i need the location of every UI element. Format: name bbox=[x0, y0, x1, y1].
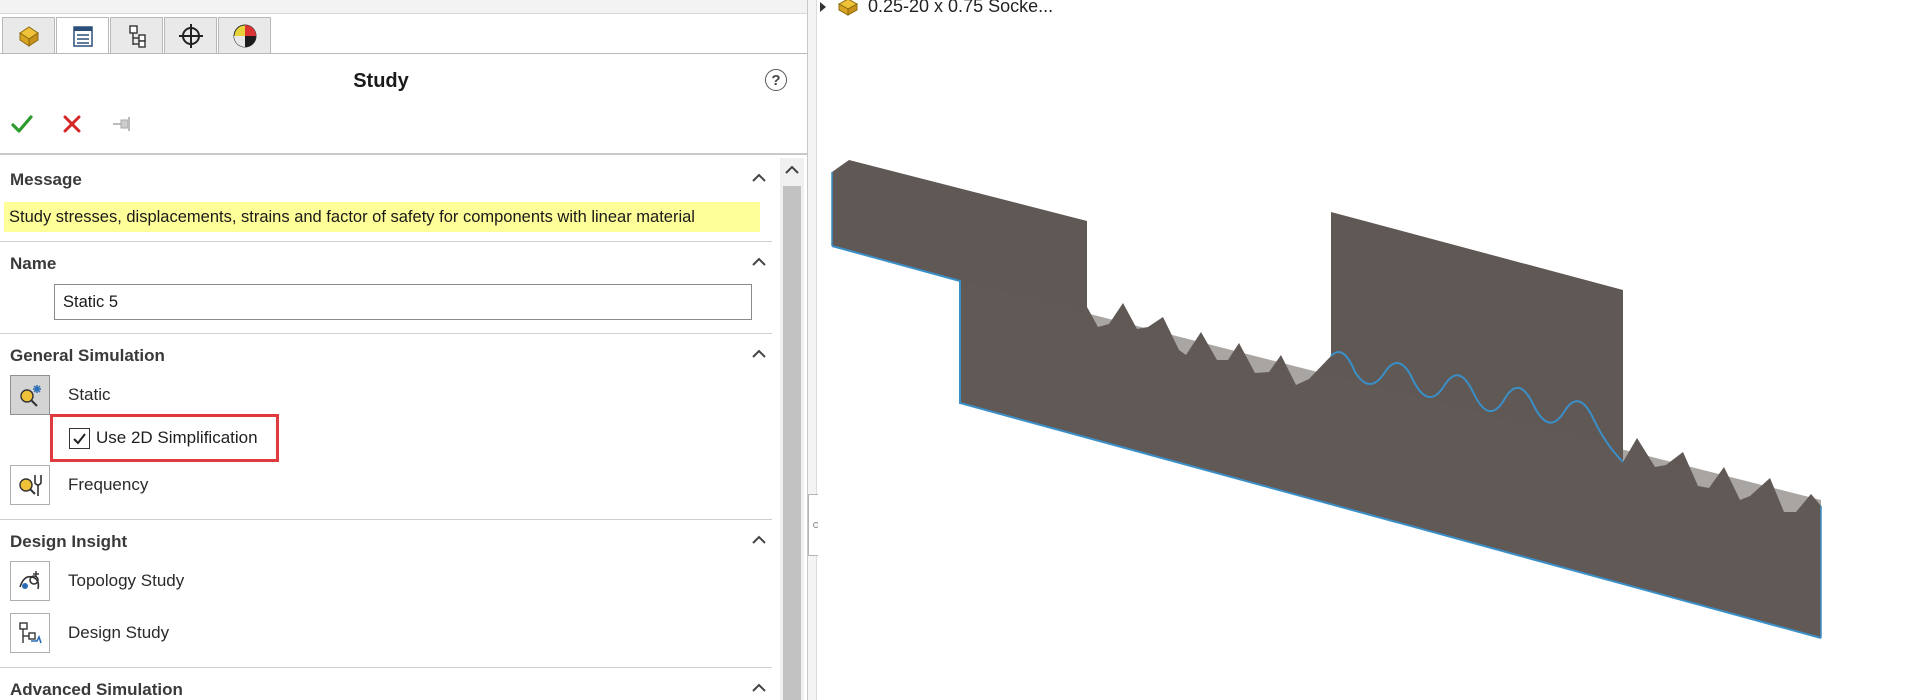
general-simulation-title: General Simulation bbox=[10, 346, 165, 365]
frequency-study-option[interactable]: Frequency bbox=[10, 465, 148, 505]
pushpin-icon bbox=[113, 117, 130, 131]
name-group: Name bbox=[0, 242, 772, 273]
scroll-up-icon[interactable] bbox=[783, 162, 801, 178]
collapse-icon[interactable] bbox=[750, 170, 768, 186]
panel-top-strip bbox=[0, 0, 807, 14]
frequency-study-icon bbox=[19, 475, 42, 496]
tab-dimxpert-manager[interactable] bbox=[164, 17, 217, 54]
general-simulation-group: General Simulation bbox=[0, 334, 772, 365]
feature-manager-icon bbox=[18, 26, 39, 47]
collapse-icon[interactable] bbox=[750, 680, 768, 696]
expand-arrow-icon[interactable] bbox=[818, 0, 828, 14]
help-icon[interactable]: ? bbox=[765, 69, 787, 91]
design-insight-title: Design Insight bbox=[10, 532, 128, 551]
property-manager-panel: Study ? Message Study stresses, displace… bbox=[0, 0, 808, 700]
use-2d-simplification-label[interactable]: Use 2D Simplification bbox=[96, 428, 258, 448]
rack-model[interactable] bbox=[818, 0, 1915, 700]
message-group-header[interactable]: Message bbox=[0, 158, 772, 189]
collapse-icon[interactable] bbox=[750, 254, 768, 270]
collapse-icon[interactable] bbox=[750, 346, 768, 362]
tab-configuration-manager[interactable] bbox=[110, 17, 163, 54]
frequency-study-button[interactable] bbox=[10, 465, 50, 505]
design-study-option[interactable]: Design Study bbox=[10, 613, 169, 653]
static-study-icon bbox=[20, 385, 41, 407]
collapse-icon[interactable] bbox=[750, 532, 768, 548]
tree-item-label: 0.25-20 x 0.75 Socke... bbox=[868, 0, 1054, 16]
ok-icon bbox=[11, 115, 33, 133]
tabs-divider bbox=[0, 53, 807, 54]
action-buttons bbox=[10, 112, 134, 136]
name-group-title: Name bbox=[10, 254, 57, 273]
header-separator bbox=[0, 153, 807, 155]
topology-study-button[interactable] bbox=[10, 561, 50, 601]
study-name-input[interactable]: Static 5 bbox=[54, 284, 752, 320]
message-text: Study stresses, displacements, strains a… bbox=[4, 202, 760, 232]
pushpin-button[interactable] bbox=[110, 112, 134, 136]
advanced-simulation-header[interactable]: Advanced Simulation bbox=[0, 668, 772, 699]
advanced-simulation-title: Advanced Simulation bbox=[10, 680, 183, 699]
tab-feature-manager[interactable] bbox=[2, 17, 55, 54]
property-manager-icon bbox=[72, 26, 93, 47]
tab-property-manager[interactable] bbox=[56, 17, 109, 54]
topology-study-icon bbox=[19, 571, 40, 590]
design-insight-header[interactable]: Design Insight bbox=[0, 520, 772, 551]
static-study-label: Static bbox=[68, 385, 111, 404]
use-2d-simplification-highlight: Use 2D Simplification bbox=[50, 414, 279, 462]
tab-display-manager[interactable] bbox=[218, 17, 271, 54]
design-study-icon bbox=[19, 622, 42, 644]
design-study-button[interactable] bbox=[10, 613, 50, 653]
property-groups: Message Study stresses, displacements, s… bbox=[0, 158, 780, 700]
cancel-icon bbox=[63, 115, 81, 133]
static-study-button[interactable] bbox=[10, 375, 50, 415]
static-study-option[interactable]: Static bbox=[10, 375, 111, 415]
topology-study-label: Topology Study bbox=[68, 571, 185, 590]
name-group-header[interactable]: Name bbox=[0, 242, 772, 273]
scrollbar-thumb[interactable] bbox=[783, 186, 801, 700]
message-group-title: Message bbox=[10, 170, 82, 189]
frequency-study-label: Frequency bbox=[68, 475, 149, 494]
design-insight-group: Design Insight bbox=[0, 520, 772, 551]
part-icon bbox=[837, 0, 859, 16]
display-manager-icon bbox=[233, 24, 256, 48]
panel-splitter[interactable] bbox=[808, 0, 817, 700]
use-2d-simplification-checkbox[interactable] bbox=[69, 427, 90, 449]
message-group: Message Study stresses, displacements, s… bbox=[0, 158, 772, 232]
design-study-label: Design Study bbox=[68, 623, 170, 642]
graphics-viewport[interactable]: 0.25-20 x 0.75 Socke... bbox=[818, 0, 1915, 700]
topology-study-option[interactable]: Topology Study bbox=[10, 561, 184, 601]
dimxpert-manager-icon bbox=[178, 24, 203, 48]
advanced-simulation-group: Advanced Simulation bbox=[0, 668, 772, 699]
checkmark-icon bbox=[73, 432, 86, 445]
configuration-manager-icon bbox=[128, 25, 146, 48]
assembly-tree-item[interactable]: 0.25-20 x 0.75 Socke... bbox=[818, 0, 1053, 17]
page-title: Study bbox=[353, 70, 409, 92]
ok-button[interactable] bbox=[10, 112, 34, 136]
cancel-button[interactable] bbox=[60, 112, 84, 136]
manager-tabs bbox=[0, 17, 272, 54]
general-simulation-header[interactable]: General Simulation bbox=[0, 334, 772, 365]
vertical-scrollbar[interactable] bbox=[780, 158, 804, 700]
